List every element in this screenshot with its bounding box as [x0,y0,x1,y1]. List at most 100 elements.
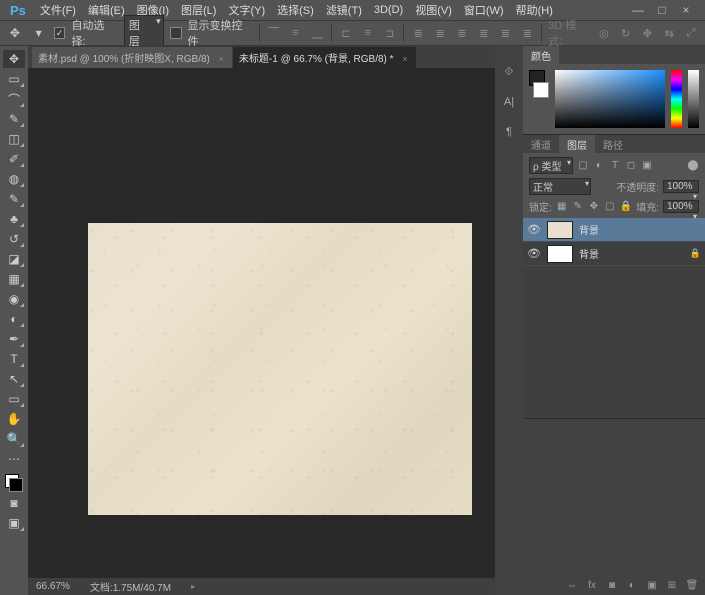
mode-3d-orbit-icon[interactable]: ◎ [596,25,612,41]
color-field[interactable] [555,70,664,128]
blend-mode-dropdown[interactable]: 正常 [529,178,591,195]
background-mini[interactable] [533,82,549,98]
crop-tool[interactable]: ◫ [3,130,25,148]
layer-name[interactable]: 背景 [579,222,701,237]
auto-select-checkbox[interactable] [54,27,66,39]
distribute-left-icon[interactable]: ≣ [476,25,492,41]
link-layers-icon[interactable]: ⇔ [565,578,579,592]
hand-tool[interactable]: ✋ [3,410,25,428]
layer-thumbnail[interactable] [547,245,573,263]
document-info[interactable]: 文档:1.75M/40.7M [90,579,171,594]
distribute-top-icon[interactable]: ≣ [410,25,426,41]
pen-tool[interactable]: ✒ [3,330,25,348]
eyedropper-tool[interactable]: ✐ [3,150,25,168]
distribute-hcenter-icon[interactable]: ≣ [498,25,514,41]
opacity-field[interactable]: 100% [663,180,699,193]
zoom-level[interactable]: 66.67% [36,581,70,592]
lock-artboard-icon[interactable]: ▢ [604,201,616,213]
character-panel-icon[interactable]: A| [500,94,518,110]
align-left-icon[interactable]: ⊏ [338,25,354,41]
new-group-icon[interactable]: ▣ [645,578,659,592]
filter-smart-icon[interactable]: ▣ [641,160,653,172]
eraser-tool[interactable]: ◪ [3,250,25,268]
background-swatch[interactable] [9,478,23,492]
hue-slider[interactable] [671,70,682,128]
canvas[interactable] [88,223,472,515]
lasso-tool[interactable]: ⌒ [3,90,25,108]
mini-swatches[interactable] [529,70,549,98]
mode-3d-roll-icon[interactable]: ↻ [618,25,634,41]
canvas-viewport[interactable] [28,68,495,577]
align-hcenter-icon[interactable]: ≡ [360,25,376,41]
channels-tab[interactable]: 通道 [523,135,559,153]
color-swatches[interactable] [3,474,25,492]
layer-name[interactable]: 背景 [579,246,684,261]
align-bottom-icon[interactable]: ⎽ [309,25,325,41]
type-tool[interactable]: T [3,350,25,368]
align-right-icon[interactable]: ⊐ [382,25,398,41]
filter-pixel-icon[interactable]: ▢ [577,160,589,172]
edit-toolbar[interactable]: ⋯ [3,450,25,468]
marquee-tool[interactable]: ▭ [3,70,25,88]
document-tab[interactable]: 未标题-1 @ 66.7% (背景, RGB/8) * × [233,46,416,68]
history-panel-icon[interactable]: ⟐ [500,64,518,80]
history-brush-tool[interactable]: ↺ [3,230,25,248]
paths-tab[interactable]: 路径 [595,135,631,153]
brightness-slider[interactable] [688,70,699,128]
filter-shape-icon[interactable]: ◻ [625,160,637,172]
distribute-right-icon[interactable]: ≣ [519,25,535,41]
minimize-button[interactable]: — [631,3,645,17]
move-tool[interactable]: ✥ [3,50,25,68]
fill-field[interactable]: 100% [663,200,699,213]
info-dropdown-icon[interactable]: ▸ [191,582,195,591]
shape-tool[interactable]: ▭ [3,390,25,408]
layer-thumbnail[interactable] [547,221,573,239]
filter-adjust-icon[interactable]: ◐ [593,160,605,172]
menu-select[interactable]: 选择(S) [273,0,318,20]
align-vcenter-icon[interactable]: ≡ [288,25,304,41]
paragraph-panel-icon[interactable]: ¶ [500,124,518,140]
move-tool-icon[interactable]: ✥ [6,24,24,42]
layers-tab[interactable]: 图层 [559,135,595,153]
healing-brush-tool[interactable]: ◍ [3,170,25,188]
filter-type-icon[interactable]: T [609,160,621,172]
filter-toggle-icon[interactable]: ⬤ [687,160,699,172]
show-transform-checkbox[interactable] [170,27,182,39]
close-icon[interactable]: × [402,54,407,64]
dodge-tool[interactable]: ◐ [3,310,25,328]
quick-mask-tool[interactable]: ◙ [3,494,25,512]
color-tab[interactable]: 颜色 [523,46,559,64]
distribute-bottom-icon[interactable]: ≣ [454,25,470,41]
lock-transparency-icon[interactable]: ▦ [556,201,568,213]
visibility-icon[interactable]: 👁 [527,247,541,260]
quick-select-tool[interactable]: ✎ [3,110,25,128]
close-button[interactable]: × [679,3,693,17]
layer-mask-icon[interactable]: ◙ [605,578,619,592]
visibility-icon[interactable]: 👁 [527,223,541,236]
maximize-button[interactable]: □ [655,3,669,17]
layer-style-icon[interactable]: fx [585,578,599,592]
mode-3d-slide-icon[interactable]: ⇆ [661,25,677,41]
layer-item[interactable]: 👁 背景 [523,218,705,242]
tool-preset-dropdown-icon[interactable]: ▾ [30,24,48,42]
lock-all-icon[interactable]: 🔒 [620,201,632,213]
align-top-icon[interactable]: ⎺ [266,25,282,41]
menu-view[interactable]: 视图(V) [411,0,456,20]
clone-stamp-tool[interactable]: ♣ [3,210,25,228]
blur-tool[interactable]: ◉ [3,290,25,308]
layer-filter-kind[interactable]: ρ 类型 [529,157,573,174]
mode-3d-zoom-icon[interactable]: ⤢ [683,25,699,41]
distribute-vcenter-icon[interactable]: ≣ [432,25,448,41]
adjustment-layer-icon[interactable]: ◐ [625,578,639,592]
delete-layer-icon[interactable]: 🗑 [685,578,699,592]
menu-filter[interactable]: 滤镜(T) [322,0,366,20]
screen-mode-tool[interactable]: ▣ [3,514,25,532]
menu-window[interactable]: 窗口(W) [460,0,508,20]
lock-pixels-icon[interactable]: ✎ [572,201,584,213]
mode-3d-pan-icon[interactable]: ✥ [639,25,655,41]
new-layer-icon[interactable]: ⊞ [665,578,679,592]
document-tab[interactable]: 素材.psd @ 100% (折射映图X, RGB/8) × [32,46,232,68]
zoom-tool[interactable]: 🔍 [3,430,25,448]
path-select-tool[interactable]: ↖ [3,370,25,388]
close-icon[interactable]: × [219,54,224,64]
